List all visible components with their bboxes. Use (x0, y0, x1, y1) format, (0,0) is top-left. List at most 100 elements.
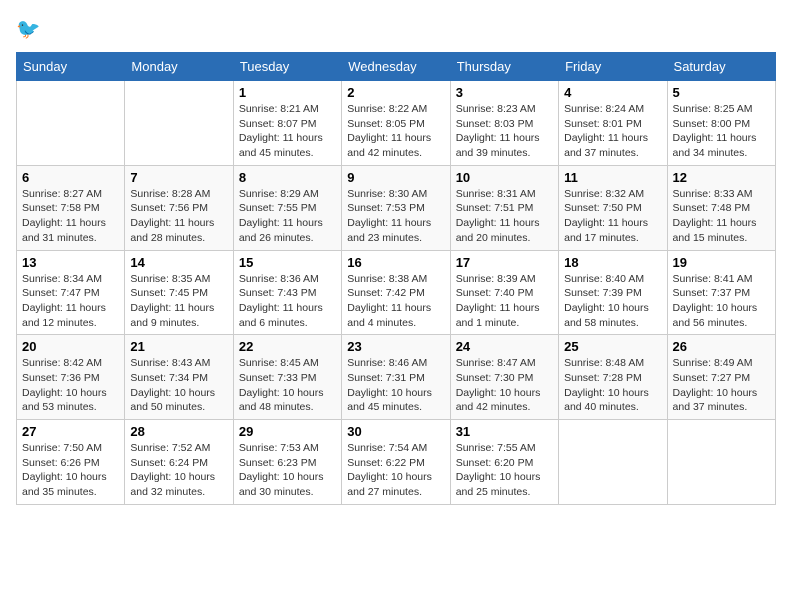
calendar-cell: 10 Sunrise: 8:31 AMSunset: 7:51 PMDayligh… (450, 165, 558, 250)
day-number: 27 (22, 424, 119, 439)
day-info: Sunrise: 7:55 AMSunset: 6:20 PMDaylight:… (456, 441, 553, 500)
weekday-header-tuesday: Tuesday (233, 53, 341, 81)
day-info: Sunrise: 8:35 AMSunset: 7:45 PMDaylight:… (130, 272, 227, 331)
weekday-header-wednesday: Wednesday (342, 53, 450, 81)
day-number: 25 (564, 339, 661, 354)
day-info: Sunrise: 8:40 AMSunset: 7:39 PMDaylight:… (564, 272, 661, 331)
day-number: 29 (239, 424, 336, 439)
day-number: 16 (347, 255, 444, 270)
day-number: 22 (239, 339, 336, 354)
weekday-header-monday: Monday (125, 53, 233, 81)
calendar-week-row: 27 Sunrise: 7:50 AMSunset: 6:26 PMDayligh… (17, 420, 776, 505)
day-number: 7 (130, 170, 227, 185)
day-number: 12 (673, 170, 770, 185)
calendar-cell: 11 Sunrise: 8:32 AMSunset: 7:50 PMDayligh… (559, 165, 667, 250)
day-info: Sunrise: 8:24 AMSunset: 8:01 PMDaylight:… (564, 102, 661, 161)
day-info: Sunrise: 8:47 AMSunset: 7:30 PMDaylight:… (456, 356, 553, 415)
day-info: Sunrise: 8:25 AMSunset: 8:00 PMDaylight:… (673, 102, 770, 161)
day-number: 11 (564, 170, 661, 185)
calendar-cell: 19 Sunrise: 8:41 AMSunset: 7:37 PMDayligh… (667, 250, 775, 335)
calendar-cell: 18Sunrise: 8:40 AMSunset: 7:39 PMDayligh… (559, 250, 667, 335)
day-number: 1 (239, 85, 336, 100)
day-info: Sunrise: 7:50 AMSunset: 6:26 PMDaylight:… (22, 441, 119, 500)
day-info: Sunrise: 8:31 AMSunset: 7:51 PMDaylight:… (456, 187, 553, 246)
calendar-cell: 17Sunrise: 8:39 AMSunset: 7:40 PMDayligh… (450, 250, 558, 335)
calendar-cell: 14 Sunrise: 8:35 AMSunset: 7:45 PMDayligh… (125, 250, 233, 335)
weekday-header-thursday: Thursday (450, 53, 558, 81)
calendar-cell: 6 Sunrise: 8:27 AMSunset: 7:58 PMDaylight… (17, 165, 125, 250)
day-number: 31 (456, 424, 553, 439)
day-number: 19 (673, 255, 770, 270)
calendar-cell (559, 420, 667, 505)
logo-bird-icon: 🐦 (16, 16, 44, 44)
day-info: Sunrise: 8:41 AMSunset: 7:37 PMDaylight:… (673, 272, 770, 331)
calendar-cell: 25 Sunrise: 8:48 AMSunset: 7:28 PMDayligh… (559, 335, 667, 420)
day-number: 15 (239, 255, 336, 270)
day-info: Sunrise: 8:23 AMSunset: 8:03 PMDaylight:… (456, 102, 553, 161)
day-number: 2 (347, 85, 444, 100)
day-number: 21 (130, 339, 227, 354)
day-info: Sunrise: 8:33 AMSunset: 7:48 PMDaylight:… (673, 187, 770, 246)
calendar-cell: 2 Sunrise: 8:22 AMSunset: 8:05 PMDaylight… (342, 81, 450, 166)
day-info: Sunrise: 8:27 AMSunset: 7:58 PMDaylight:… (22, 187, 119, 246)
day-info: Sunrise: 8:22 AMSunset: 8:05 PMDaylight:… (347, 102, 444, 161)
calendar-cell: 20 Sunrise: 8:42 AMSunset: 7:36 PMDayligh… (17, 335, 125, 420)
logo: 🐦 (16, 16, 46, 44)
day-info: Sunrise: 8:30 AMSunset: 7:53 PMDaylight:… (347, 187, 444, 246)
day-number: 10 (456, 170, 553, 185)
day-number: 24 (456, 339, 553, 354)
day-number: 6 (22, 170, 119, 185)
day-info: Sunrise: 8:43 AMSunset: 7:34 PMDaylight:… (130, 356, 227, 415)
page-header: 🐦 (16, 16, 776, 44)
calendar-cell (125, 81, 233, 166)
weekday-header-friday: Friday (559, 53, 667, 81)
calendar-cell: 4 Sunrise: 8:24 AMSunset: 8:01 PMDaylight… (559, 81, 667, 166)
calendar-week-row: 6 Sunrise: 8:27 AMSunset: 7:58 PMDaylight… (17, 165, 776, 250)
day-number: 5 (673, 85, 770, 100)
calendar-cell: 21 Sunrise: 8:43 AMSunset: 7:34 PMDayligh… (125, 335, 233, 420)
calendar-cell (667, 420, 775, 505)
calendar-cell: 23Sunrise: 8:46 AMSunset: 7:31 PMDayligh… (342, 335, 450, 420)
calendar-week-row: 1 Sunrise: 8:21 AMSunset: 8:07 PMDaylight… (17, 81, 776, 166)
calendar-cell: 22 Sunrise: 8:45 AMSunset: 7:33 PMDayligh… (233, 335, 341, 420)
day-info: Sunrise: 7:54 AMSunset: 6:22 PMDaylight:… (347, 441, 444, 500)
calendar-cell: 24 Sunrise: 8:47 AMSunset: 7:30 PMDayligh… (450, 335, 558, 420)
day-number: 17 (456, 255, 553, 270)
day-number: 14 (130, 255, 227, 270)
day-info: Sunrise: 8:42 AMSunset: 7:36 PMDaylight:… (22, 356, 119, 415)
day-number: 30 (347, 424, 444, 439)
day-info: Sunrise: 8:36 AMSunset: 7:43 PMDaylight:… (239, 272, 336, 331)
day-info: Sunrise: 7:53 AMSunset: 6:23 PMDaylight:… (239, 441, 336, 500)
calendar-cell: 13 Sunrise: 8:34 AMSunset: 7:47 PMDayligh… (17, 250, 125, 335)
day-number: 28 (130, 424, 227, 439)
calendar-cell: 31 Sunrise: 7:55 AMSunset: 6:20 PMDayligh… (450, 420, 558, 505)
day-info: Sunrise: 7:52 AMSunset: 6:24 PMDaylight:… (130, 441, 227, 500)
calendar-cell: 30 Sunrise: 7:54 AMSunset: 6:22 PMDayligh… (342, 420, 450, 505)
day-info: Sunrise: 8:34 AMSunset: 7:47 PMDaylight:… (22, 272, 119, 331)
day-info: Sunrise: 8:32 AMSunset: 7:50 PMDaylight:… (564, 187, 661, 246)
day-number: 20 (22, 339, 119, 354)
calendar-table: SundayMondayTuesdayWednesdayThursdayFrid… (16, 52, 776, 505)
calendar-cell: 5 Sunrise: 8:25 AMSunset: 8:00 PMDaylight… (667, 81, 775, 166)
day-info: Sunrise: 8:49 AMSunset: 7:27 PMDaylight:… (673, 356, 770, 415)
calendar-cell: 12 Sunrise: 8:33 AMSunset: 7:48 PMDayligh… (667, 165, 775, 250)
day-number: 23 (347, 339, 444, 354)
day-number: 13 (22, 255, 119, 270)
calendar-cell (17, 81, 125, 166)
calendar-cell: 3Sunrise: 8:23 AMSunset: 8:03 PMDaylight… (450, 81, 558, 166)
day-number: 9 (347, 170, 444, 185)
day-info: Sunrise: 8:38 AMSunset: 7:42 PMDaylight:… (347, 272, 444, 331)
calendar-cell: 1 Sunrise: 8:21 AMSunset: 8:07 PMDaylight… (233, 81, 341, 166)
weekday-header-saturday: Saturday (667, 53, 775, 81)
day-info: Sunrise: 8:48 AMSunset: 7:28 PMDaylight:… (564, 356, 661, 415)
day-info: Sunrise: 8:45 AMSunset: 7:33 PMDaylight:… (239, 356, 336, 415)
day-number: 8 (239, 170, 336, 185)
calendar-cell: 15 Sunrise: 8:36 AMSunset: 7:43 PMDayligh… (233, 250, 341, 335)
day-info: Sunrise: 8:21 AMSunset: 8:07 PMDaylight:… (239, 102, 336, 161)
calendar-cell: 8Sunrise: 8:29 AMSunset: 7:55 PMDaylight… (233, 165, 341, 250)
calendar-cell: 28 Sunrise: 7:52 AMSunset: 6:24 PMDayligh… (125, 420, 233, 505)
calendar-week-row: 20 Sunrise: 8:42 AMSunset: 7:36 PMDayligh… (17, 335, 776, 420)
day-number: 4 (564, 85, 661, 100)
calendar-cell: 9 Sunrise: 8:30 AMSunset: 7:53 PMDaylight… (342, 165, 450, 250)
calendar-cell: 27 Sunrise: 7:50 AMSunset: 6:26 PMDayligh… (17, 420, 125, 505)
